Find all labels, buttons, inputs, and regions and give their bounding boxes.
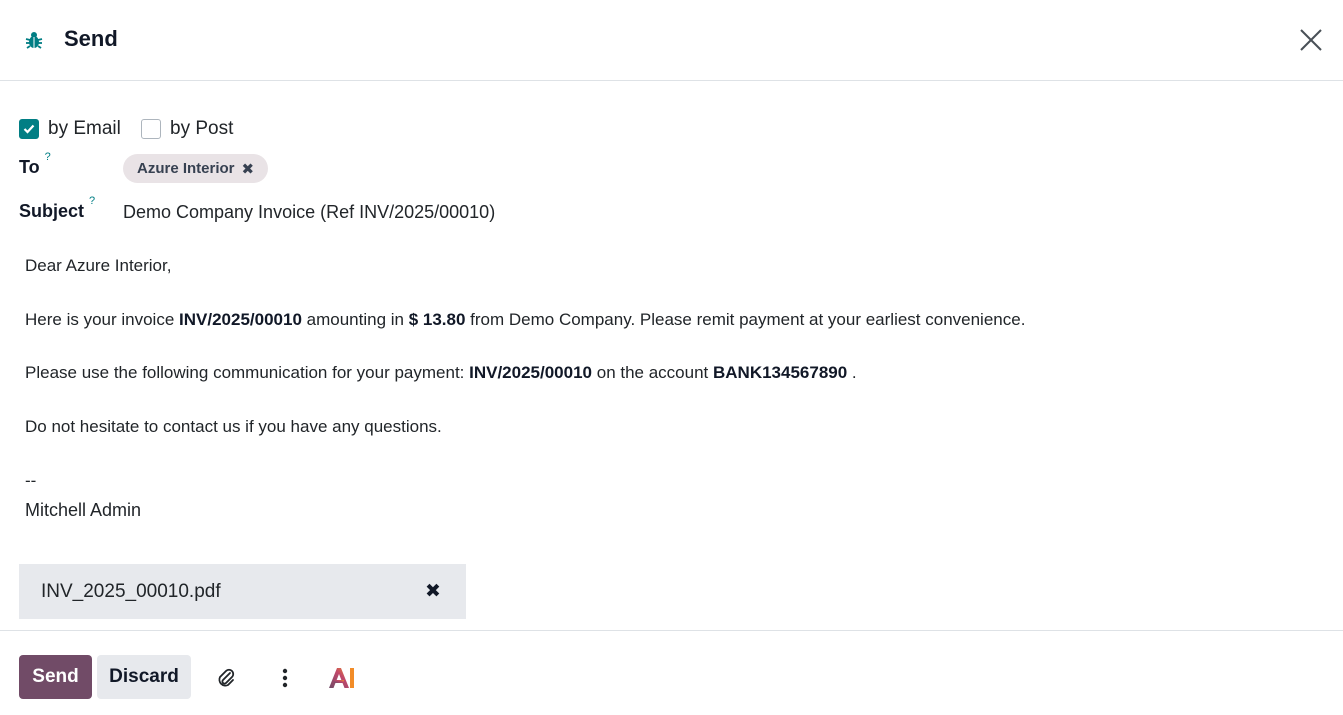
by-post-checkbox[interactable]: by Post (141, 118, 233, 140)
bank-account: BANK134567890 (713, 363, 848, 382)
recipient-tag[interactable]: Azure Interior ✖ (123, 154, 269, 183)
body-text: Please use the following communication f… (25, 363, 470, 382)
to-label: To? (19, 151, 51, 178)
invoice-amount: $ 13.80 (408, 310, 466, 329)
subject-label-text: Subject (19, 201, 85, 221)
by-email-checkbox[interactable]: by Email (19, 118, 121, 140)
subject-label: Subject? (19, 195, 95, 222)
kebab-icon[interactable] (272, 665, 298, 691)
invoice-number: INV/2025/00010 (179, 310, 302, 329)
body-paragraph-payment[interactable]: Please use the following communication f… (25, 363, 857, 383)
signature-separator[interactable]: -- (25, 471, 36, 491)
attachment-filename[interactable]: INV_2025_00010.pdf (41, 581, 221, 603)
subject-help-icon[interactable]: ? (89, 195, 95, 207)
by-email-label[interactable]: by Email (48, 118, 121, 140)
bug-icon (25, 32, 43, 49)
by-post-label[interactable]: by Post (170, 118, 233, 140)
discard-button[interactable]: Discard (97, 655, 191, 699)
checkbox-unchecked-icon[interactable] (141, 119, 161, 139)
body-paragraph-contact[interactable]: Do not hesitate to contact us if you hav… (25, 417, 442, 437)
close-icon[interactable] (1298, 27, 1324, 53)
body-text: amounting in (301, 310, 409, 329)
body-text: . (847, 363, 857, 382)
paperclip-icon[interactable] (213, 665, 239, 691)
body-paragraph-invoice[interactable]: Here is your invoice INV/2025/00010 amou… (25, 310, 1025, 330)
payment-reference: INV/2025/00010 (469, 363, 593, 382)
times-icon[interactable]: ✖ (425, 580, 441, 603)
signature-name[interactable]: Mitchell Admin (25, 500, 141, 521)
send-button[interactable]: Send (19, 655, 92, 699)
body-text: Here is your invoice (25, 310, 180, 329)
checkbox-checked-icon[interactable] (19, 119, 39, 139)
body-text: on the account (592, 363, 713, 382)
recipient-tag-label: Azure Interior (137, 160, 235, 177)
dialog-title: Send (64, 26, 118, 51)
times-icon[interactable]: ✖ (242, 160, 255, 178)
ai-icon[interactable] (326, 665, 358, 691)
attachment-item[interactable]: INV_2025_00010.pdf ✖ (19, 564, 466, 619)
body-greeting[interactable]: Dear Azure Interior, (25, 256, 171, 276)
body-text: from Demo Company. Please remit payment … (465, 310, 1026, 329)
to-help-icon[interactable]: ? (45, 151, 51, 163)
footer-divider (0, 630, 1343, 631)
dialog-header: Send (0, 0, 1343, 81)
to-label-text: To (19, 157, 40, 177)
subject-input[interactable]: Demo Company Invoice (Ref INV/2025/00010… (123, 202, 495, 223)
